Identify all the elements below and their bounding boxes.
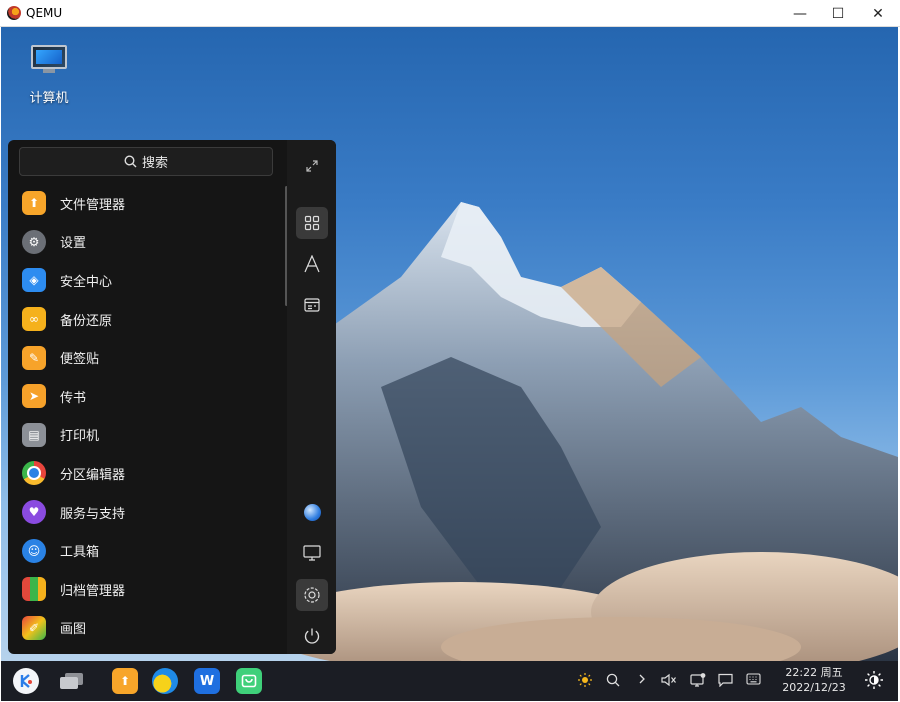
window-titlebar: QEMU — ☐ ✕ [0,0,900,27]
message-icon [718,673,733,687]
power-icon [304,628,320,644]
app-item-printer[interactable]: ▤ 打印机 [8,416,286,455]
taskbar-wps[interactable]: W [194,668,220,694]
brightness-icon [865,671,883,689]
sun-icon [578,673,592,687]
desktop-icon-computer[interactable]: 计算机 [21,45,77,106]
start-menu-button[interactable] [13,668,39,694]
qemu-logo-icon [7,6,21,20]
volume-muted-icon [661,673,676,687]
all-apps-button[interactable] [296,207,328,239]
search-icon [606,673,620,687]
app-item-transfer[interactable]: ➤ 传书 [8,377,286,416]
toolbox-icon: ☺ [22,538,46,563]
taskbar-software-store[interactable] [236,668,262,694]
backup-icon: ∞ [22,307,46,332]
taskbar: ⬆ W 22:22 周五 2022/12/23 [1,661,898,701]
taskbar-file-manager[interactable]: ⬆ [112,668,138,694]
wps-office-icon: W [199,673,215,689]
network-button[interactable] [690,673,706,687]
theme-toggle-button[interactable] [865,671,883,689]
letter-a-icon [304,255,320,273]
night-mode-button[interactable] [578,673,592,687]
settings-button[interactable] [296,579,328,611]
expand-button[interactable] [296,150,328,182]
app-label: 传书 [60,390,87,406]
grid-icon [304,215,320,231]
app-label: 文件管理器 [60,197,126,213]
app-label: 打印机 [60,429,100,445]
paint-icon: ✐ [22,615,46,640]
multitask-view-button[interactable] [59,668,85,694]
app-item-security-center[interactable]: ◈ 安全中心 [8,261,286,300]
app-item-notes[interactable]: ✎ 便签贴 [8,338,286,377]
security-center-icon: ◈ [22,268,46,293]
search-button[interactable] [606,673,620,687]
menu-side-rail [287,140,336,654]
category-button[interactable] [296,289,328,321]
computer-button[interactable] [296,537,328,569]
kylin-logo-icon [20,674,32,688]
app-item-backup[interactable]: ∞ 备份还原 [8,300,286,339]
window-title: QEMU [26,6,63,20]
app-item-service-support[interactable]: ♥ 服务与支持 [8,493,286,532]
app-label: 归档管理器 [60,583,126,599]
service-support-icon: ♥ [22,500,46,525]
app-label: 画图 [60,622,87,638]
category-icon [304,298,320,312]
network-icon [690,673,706,687]
settings-icon: ⚙ [22,229,46,254]
app-label: 便签贴 [60,352,100,368]
file-manager-icon: ⬆ [119,674,131,688]
printer-icon: ▤ [22,422,46,447]
notification-button[interactable] [718,673,733,687]
keyboard-icon [746,673,761,685]
app-label: 工具箱 [60,545,100,561]
app-label: 安全中心 [60,274,113,290]
power-button[interactable] [296,620,328,652]
partition-editor-icon [22,461,46,486]
clock-date: 2022/12/23 [782,681,846,694]
app-item-file-manager[interactable]: ⬆ 文件管理器 [8,184,286,223]
app-label: 服务与支持 [60,506,126,522]
search-input[interactable]: 搜索 [19,147,273,176]
user-avatar-button[interactable] [296,496,328,528]
search-placeholder: 搜索 [141,156,168,171]
app-list: ⬆ 文件管理器 ⚙ 设置 ◈ 安全中心 ∞ 备份还原 ✎ 便签贴 ➤ 传书 ▤ … [8,184,286,647]
app-label: 分区编辑器 [60,467,126,483]
archive-manager-icon [22,577,46,602]
store-bag-icon [241,674,257,688]
transfer-icon: ➤ [22,384,46,409]
app-item-archive-manager[interactable]: 归档管理器 [8,570,286,609]
volume-button[interactable] [661,673,677,687]
chevron-right-icon [639,674,645,684]
taskbar-browser[interactable] [152,668,178,694]
close-button[interactable]: ✕ [855,0,900,27]
alphabet-sort-button[interactable] [296,248,328,280]
app-item-settings[interactable]: ⚙ 设置 [8,223,286,262]
monitor-icon [303,545,321,561]
search-icon [124,155,137,168]
desktop-icon-label: 计算机 [29,91,69,106]
multitask-icon [60,673,83,689]
computer-icon [31,45,67,73]
keyboard-button[interactable] [746,673,761,685]
notes-icon: ✎ [22,345,46,370]
app-label: 设置 [60,236,87,252]
gear-icon [304,587,320,603]
app-label: 备份还原 [60,313,113,329]
avatar [303,503,321,521]
expand-icon [306,160,318,172]
file-manager-icon: ⬆ [22,191,46,216]
app-item-toolbox[interactable]: ☺ 工具箱 [8,531,286,570]
tray-expand-button[interactable] [638,673,646,685]
clock[interactable]: 22:22 周五 2022/12/23 [773,665,855,695]
clock-time: 22:22 周五 [785,666,843,679]
start-menu: 搜索 ⬆ 文件管理器 ⚙ 设置 ◈ 安全中心 ∞ 备份还原 ✎ 便签贴 ➤ 传书… [8,140,336,654]
app-item-partition-editor[interactable]: 分区编辑器 [8,454,286,493]
app-item-paint[interactable]: ✐ 画图 [8,609,286,648]
